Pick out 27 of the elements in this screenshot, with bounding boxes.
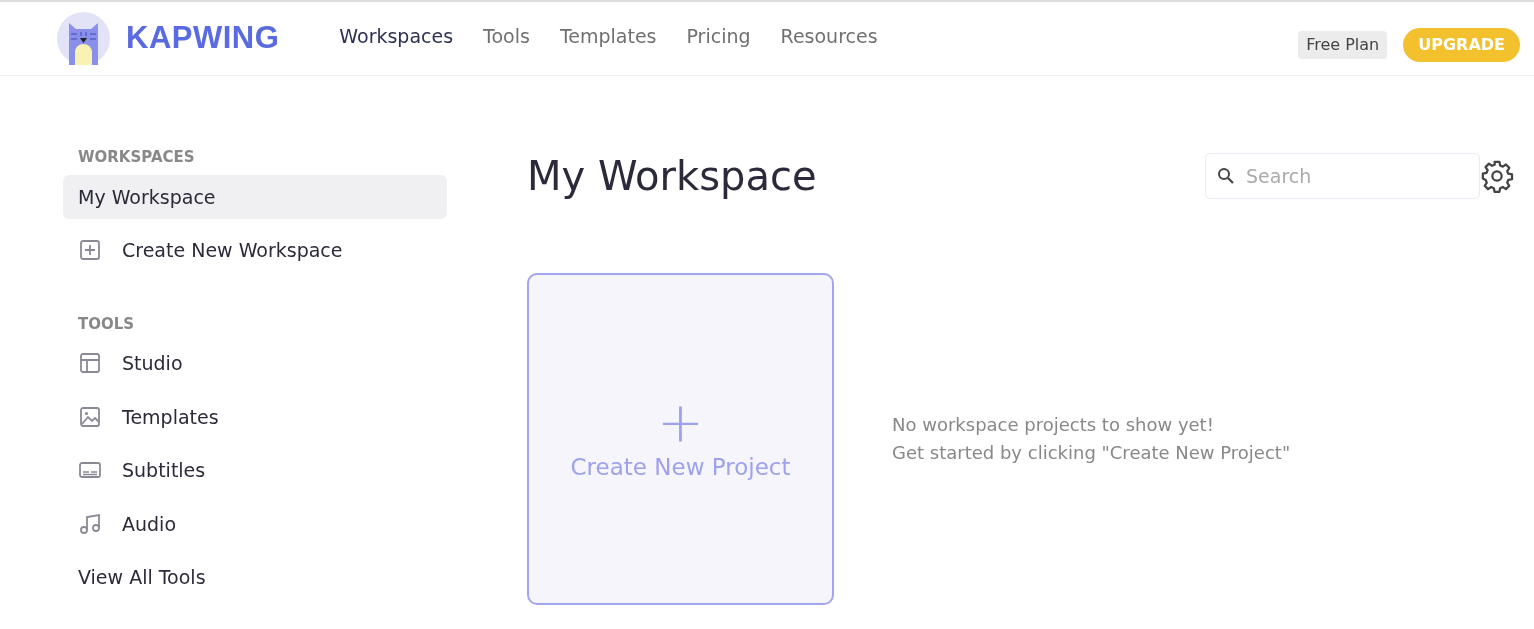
sidebar-item[interactable]: Studio bbox=[63, 341, 447, 386]
brand-name[interactable]: KAPWING bbox=[126, 15, 280, 62]
sidebar-item[interactable]: My Workspace bbox=[63, 174, 447, 219]
empty-state-text: Get started by clicking "Create New Project" bbox=[892, 441, 1291, 465]
page-title: My Workspace bbox=[527, 152, 817, 200]
nav-link[interactable]: Tools bbox=[468, 22, 545, 51]
nav-link[interactable]: Templates bbox=[544, 22, 672, 51]
music-note-icon bbox=[78, 511, 102, 536]
nav-link[interactable]: Workspaces bbox=[324, 22, 469, 51]
section-heading: TOOLS bbox=[77, 313, 136, 335]
sidebar-item[interactable]: Subtitles bbox=[63, 448, 447, 493]
sidebar-item[interactable]: View All Tools bbox=[63, 555, 447, 600]
empty-state-text: No workspace projects to show yet! bbox=[892, 413, 1215, 438]
cat-logo-icon[interactable] bbox=[57, 12, 110, 65]
nav-link[interactable]: Pricing bbox=[671, 22, 766, 51]
sidebar-item[interactable]: Templates bbox=[63, 394, 447, 439]
plus-sign: + bbox=[657, 393, 704, 450]
nav-link[interactable]: Resources bbox=[765, 22, 893, 51]
search-field[interactable]: Search bbox=[1205, 153, 1480, 199]
section-heading: WORKSPACES bbox=[77, 147, 196, 168]
plan-label: Free Plan bbox=[1298, 30, 1388, 59]
plus-square-icon bbox=[78, 238, 102, 263]
settings-icon[interactable] bbox=[1480, 159, 1514, 193]
sidebar-item[interactable]: Audio bbox=[63, 501, 447, 546]
image-icon bbox=[78, 404, 102, 429]
layout-icon bbox=[78, 351, 102, 376]
sidebar-item[interactable]: Create New Workspace bbox=[63, 228, 447, 273]
